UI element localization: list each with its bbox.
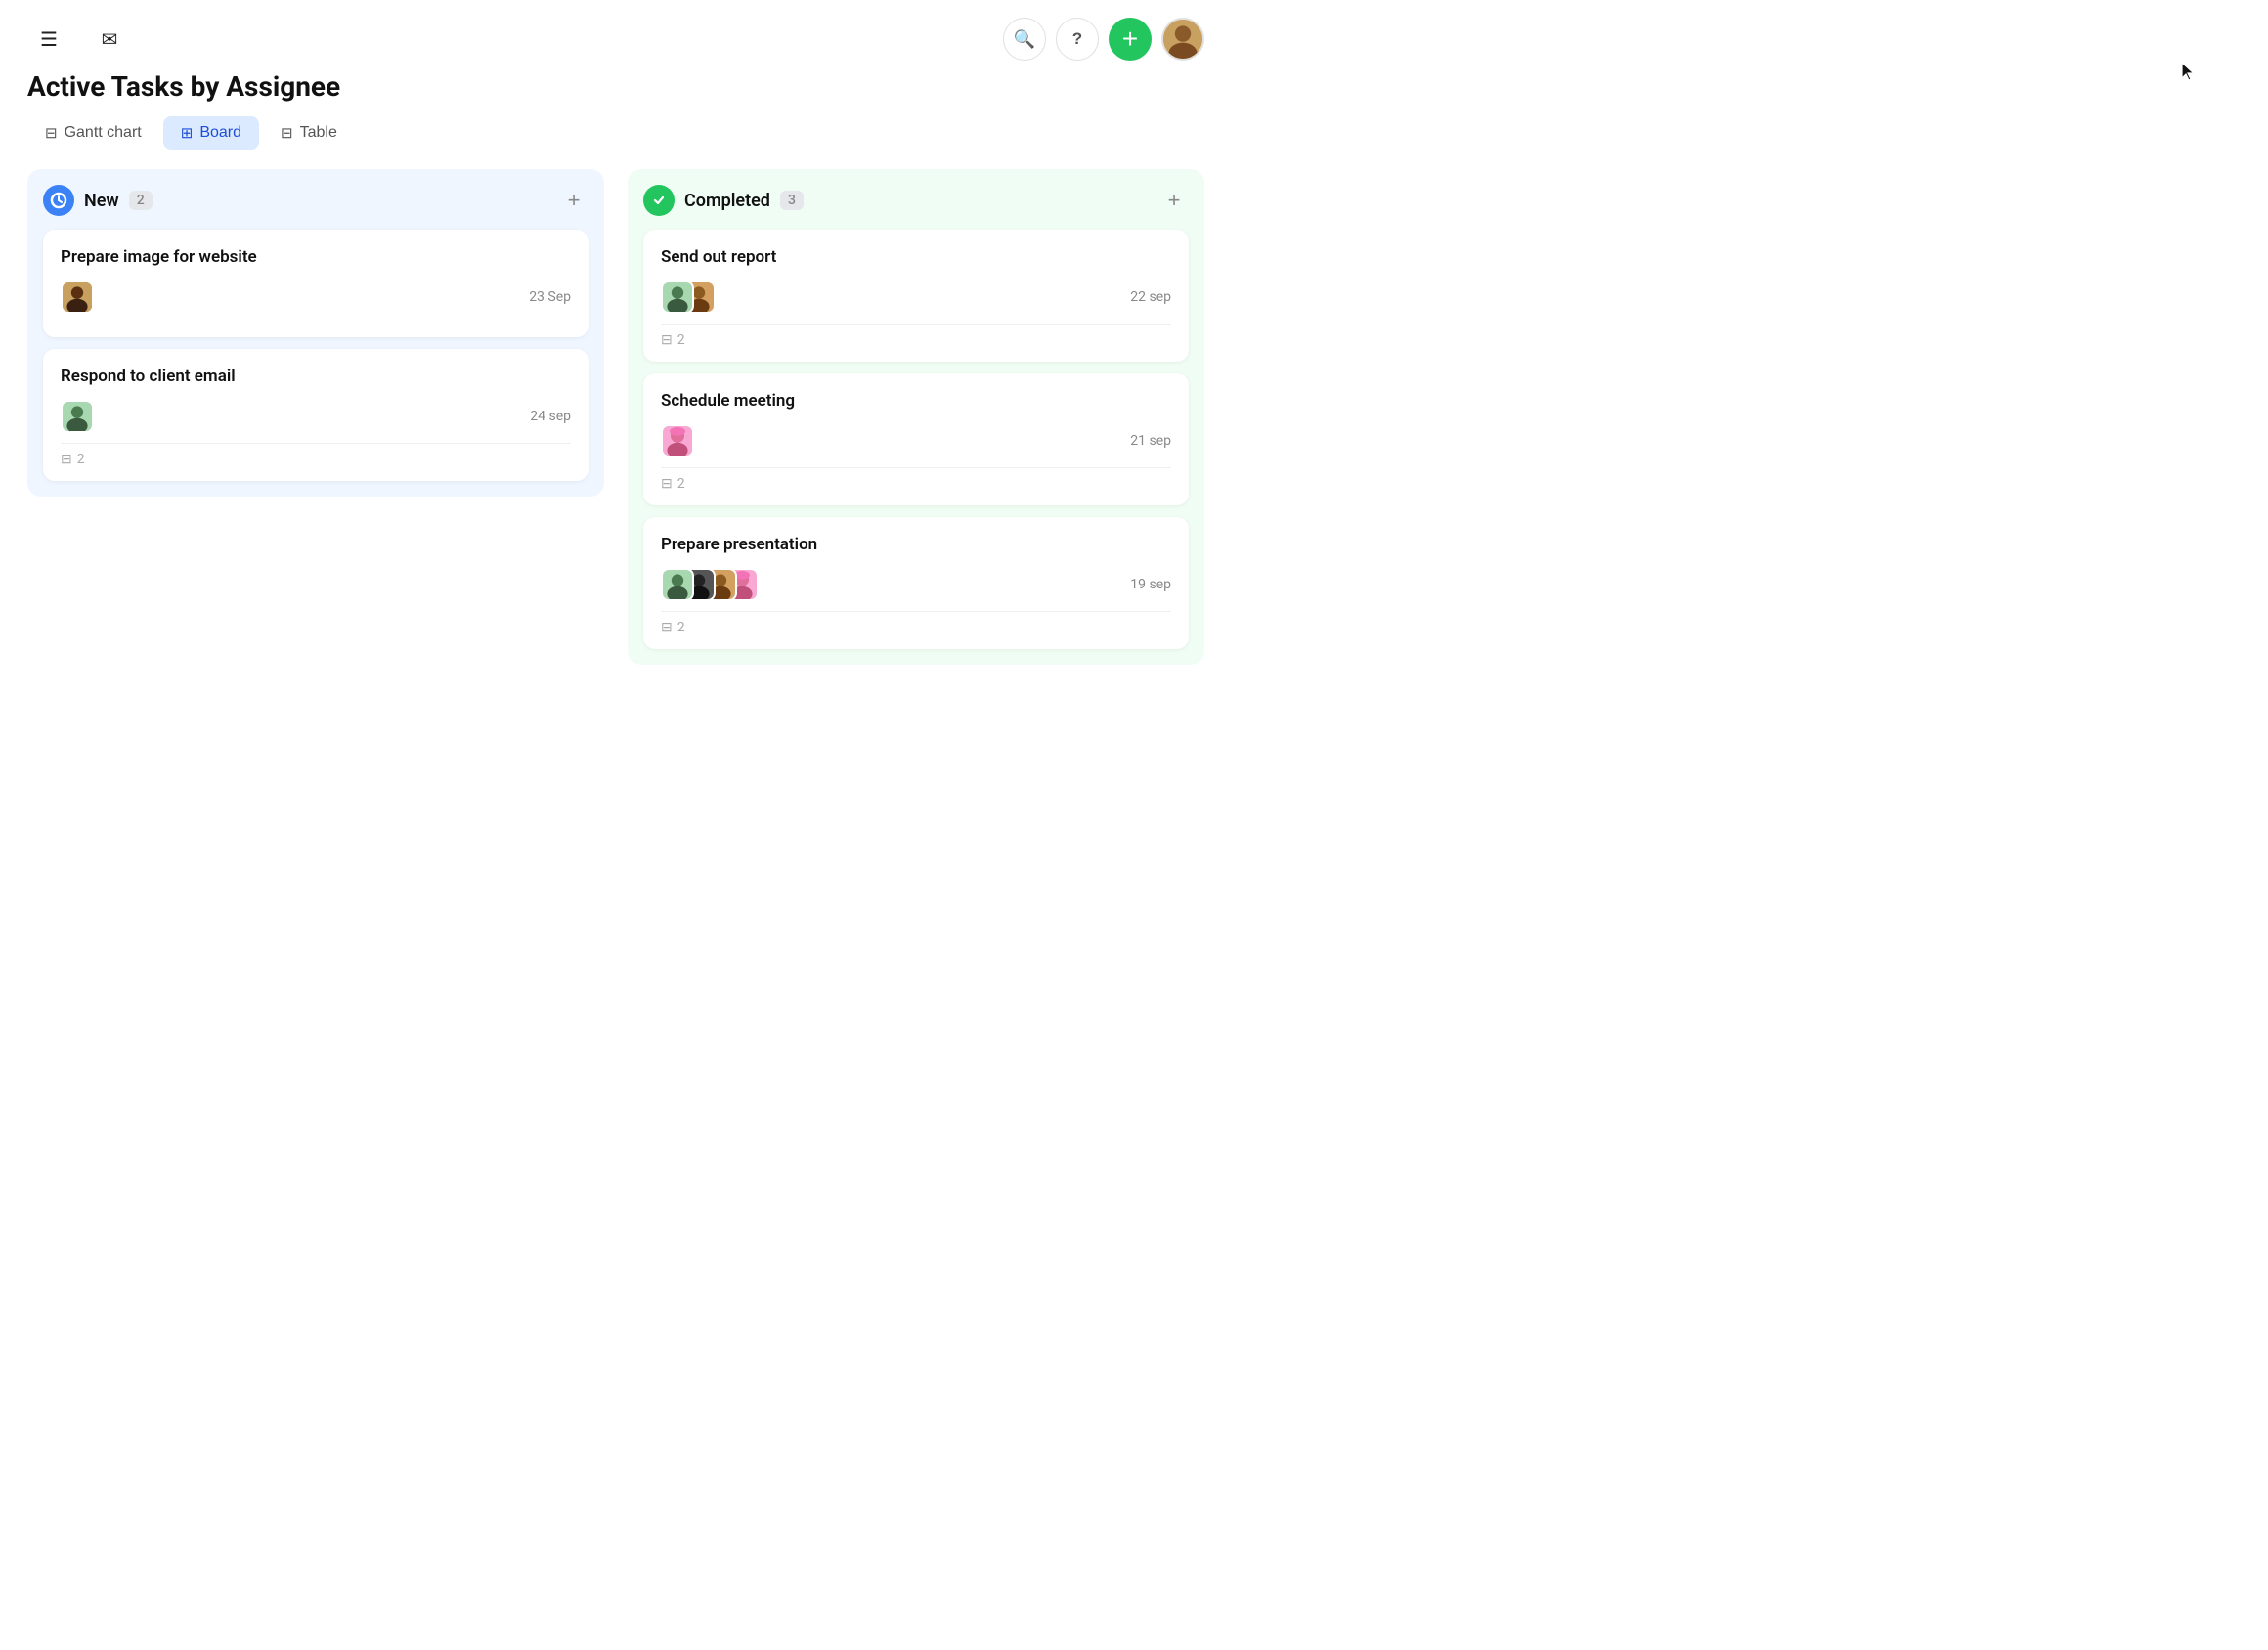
mail-button[interactable]: ✉ [88, 18, 131, 61]
col-header-left-new: New 2 [43, 185, 153, 216]
new-icon-svg [50, 192, 67, 209]
table-icon: ⊟ [281, 124, 293, 142]
tab-gantt[interactable]: ⊟ Gantt chart [27, 116, 159, 150]
completed-col-title: Completed [684, 191, 770, 211]
card-prepare-image-date: 23 Sep [529, 289, 571, 305]
card-send-report-footer: ⊟ 2 [661, 324, 1171, 348]
avatar-5-img [663, 424, 692, 457]
new-col-add-button[interactable]: + [559, 186, 589, 215]
tab-table[interactable]: ⊟ Table [263, 116, 355, 150]
card-prepare-image: Prepare image for website 23 Sep [43, 230, 589, 337]
search-button[interactable]: 🔍 [1003, 18, 1046, 61]
card-schedule-meeting-avatars [661, 424, 688, 457]
col-header-left-completed: Completed 3 [643, 185, 804, 216]
header: ☰ ✉ 🔍 ? + [0, 0, 1232, 70]
card-prepare-image-avatars [61, 281, 88, 314]
column-completed-header: Completed 3 + [643, 185, 1189, 216]
card-respond-email-date: 24 sep [530, 409, 571, 424]
avatar-5 [661, 424, 694, 457]
new-col-count: 2 [129, 191, 153, 210]
completed-icon-svg [650, 192, 668, 209]
card-schedule-meeting-title: Schedule meeting [661, 391, 1171, 411]
new-col-title: New [84, 191, 119, 211]
avatar-1 [61, 281, 94, 314]
card-respond-email: Respond to client email 24 sep [43, 349, 589, 481]
avatar-2-img [63, 400, 92, 433]
tab-board[interactable]: ⊞ Board [163, 116, 259, 150]
cursor [2180, 61, 2198, 82]
card-send-report-subtasks: 2 [677, 332, 685, 348]
card-send-report-title: Send out report [661, 247, 1171, 267]
card-send-report-meta: 22 sep [661, 281, 1171, 314]
avatar-6 [661, 568, 694, 601]
subtask-icon-1: ⊟ [61, 452, 72, 467]
header-left: ☰ ✉ [27, 18, 131, 61]
avatar-2 [61, 400, 94, 433]
header-right: 🔍 ? + [1003, 18, 1204, 61]
tab-board-label: Board [199, 124, 241, 142]
card-prepare-image-title: Prepare image for website [61, 247, 571, 267]
completed-col-add-button[interactable]: + [1159, 186, 1189, 215]
column-new: New 2 + Prepare image for website [27, 169, 604, 497]
help-button[interactable]: ? [1056, 18, 1099, 61]
avatar-3 [661, 281, 694, 314]
avatar-6-img [663, 568, 692, 601]
card-respond-email-title: Respond to client email [61, 367, 571, 386]
view-tabs: ⊟ Gantt chart ⊞ Board ⊟ Table [0, 116, 1232, 169]
card-prepare-presentation-footer: ⊟ 2 [661, 611, 1171, 635]
avatar-3-img [663, 281, 692, 314]
card-prepare-presentation-title: Prepare presentation [661, 535, 1171, 554]
gantt-icon: ⊟ [45, 124, 58, 142]
add-icon: + [1122, 25, 1138, 53]
card-schedule-meeting-date: 21 sep [1130, 433, 1171, 449]
menu-icon: ☰ [40, 27, 58, 52]
subtask-icon-4: ⊟ [661, 476, 673, 492]
add-button[interactable]: + [1109, 18, 1152, 61]
card-prepare-presentation-meta: 19 sep [661, 568, 1171, 601]
completed-col-count: 3 [780, 191, 804, 210]
card-respond-email-subtasks: 2 [77, 452, 85, 467]
card-schedule-meeting-footer: ⊟ 2 [661, 467, 1171, 492]
card-prepare-presentation-date: 19 sep [1130, 577, 1171, 592]
search-icon: 🔍 [1014, 29, 1035, 50]
page-title-section: Active Tasks by Assignee [0, 70, 1232, 116]
card-schedule-meeting-subtasks: 2 [677, 476, 685, 492]
card-schedule-meeting: Schedule meeting 2 [643, 373, 1189, 505]
board-icon: ⊞ [181, 124, 194, 142]
card-prepare-presentation-avatars [661, 568, 753, 601]
tab-gantt-label: Gantt chart [65, 124, 142, 142]
avatar-1-img [63, 281, 92, 314]
card-send-report: Send out report [643, 230, 1189, 362]
completed-status-icon [643, 185, 675, 216]
subtask-icon-5: ⊟ [661, 620, 673, 635]
card-send-report-avatars [661, 281, 710, 314]
subtask-icon-3: ⊟ [661, 332, 673, 348]
mail-icon: ✉ [102, 27, 118, 52]
page-title: Active Tasks by Assignee [27, 70, 1204, 103]
menu-button[interactable]: ☰ [27, 18, 70, 61]
card-prepare-presentation: Prepare presentation [643, 517, 1189, 649]
card-prepare-image-meta: 23 Sep [61, 281, 571, 314]
user-avatar[interactable] [1161, 18, 1204, 61]
column-completed: Completed 3 + Send out report [628, 169, 1204, 665]
app-container: ☰ ✉ 🔍 ? + [0, 0, 1232, 692]
card-schedule-meeting-meta: 21 sep [661, 424, 1171, 457]
card-respond-email-footer: ⊟ 2 [61, 443, 571, 467]
tab-table-label: Table [300, 124, 337, 142]
new-status-icon [43, 185, 74, 216]
card-respond-email-meta: 24 sep [61, 400, 571, 433]
card-respond-email-avatars [61, 400, 88, 433]
column-new-header: New 2 + [43, 185, 589, 216]
card-prepare-presentation-subtasks: 2 [677, 620, 685, 635]
card-send-report-date: 22 sep [1130, 289, 1171, 305]
help-icon: ? [1072, 29, 1082, 49]
board: New 2 + Prepare image for website [0, 169, 1232, 692]
